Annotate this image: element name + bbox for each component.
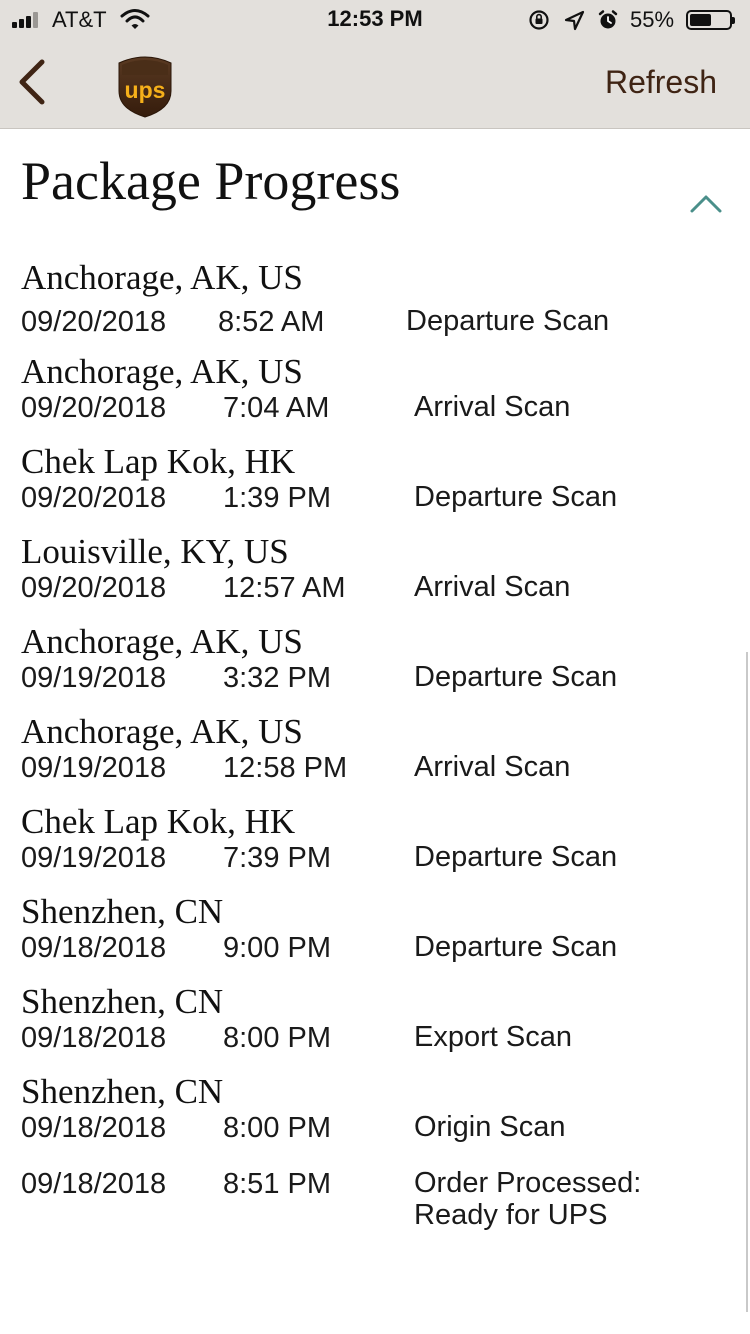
event-activity: Departure Scan — [414, 841, 618, 873]
event-activity: Arrival Scan — [414, 751, 571, 783]
status-bar: AT&T 12:53 PM 55% — [0, 0, 750, 40]
navigation-bar: ups Refresh — [0, 40, 750, 129]
event-time: 7:04 AM — [223, 392, 330, 424]
event-activity: Departure Scan — [414, 661, 618, 693]
event-location: Chek Lap Kok, HK — [21, 442, 296, 481]
event-location: Anchorage, AK, US — [21, 622, 303, 661]
chevron-left-icon — [19, 59, 45, 105]
event-time: 3:32 PM — [223, 662, 331, 694]
event-location: Anchorage, AK, US — [21, 258, 303, 297]
event-activity: Departure Scan — [414, 931, 618, 963]
event-activity: Export Scan — [414, 1021, 572, 1053]
event-activity: Departure Scan — [406, 305, 610, 337]
event-activity: Departure Scan — [414, 481, 618, 513]
battery-level — [690, 14, 711, 26]
event-date: 09/19/2018 — [21, 662, 167, 694]
back-button[interactable] — [10, 54, 54, 110]
event-date: 09/19/2018 — [21, 842, 167, 874]
event-time: 8:00 PM — [223, 1112, 331, 1144]
event-time: 12:57 AM — [223, 572, 346, 604]
page-title: Package Progress — [21, 151, 401, 211]
event-location: Anchorage, AK, US — [21, 352, 303, 391]
event-location: Chek Lap Kok, HK — [21, 802, 296, 841]
battery-icon — [686, 10, 735, 30]
alarm-icon — [598, 10, 618, 29]
event-date: 09/20/2018 — [21, 392, 167, 424]
location-arrow-icon — [564, 10, 585, 31]
event-date: 09/19/2018 — [21, 752, 167, 784]
orientation-lock-icon — [529, 10, 549, 30]
event-date: 09/20/2018 — [21, 482, 167, 514]
event-time: 8:51 PM — [223, 1168, 331, 1200]
event-date: 09/18/2018 — [21, 1022, 167, 1054]
event-time: 7:39 PM — [223, 842, 331, 874]
scroll-indicator — [746, 652, 748, 1312]
ups-logo: ups — [116, 53, 174, 119]
svg-text:ups: ups — [125, 77, 166, 103]
event-date: 09/18/2018 — [21, 1168, 167, 1200]
event-location: Shenzhen, CN — [21, 1072, 224, 1111]
event-location: Shenzhen, CN — [21, 982, 224, 1021]
battery-percent: 55% — [630, 7, 675, 32]
event-location: Louisville, KY, US — [21, 532, 289, 571]
event-date: 09/20/2018 — [21, 306, 167, 338]
event-activity: Order Processed: Ready for UPS — [414, 1167, 642, 1231]
event-activity: Arrival Scan — [414, 391, 571, 423]
chevron-up-icon — [690, 195, 722, 213]
event-date: 09/18/2018 — [21, 1112, 167, 1144]
event-date: 09/18/2018 — [21, 932, 167, 964]
event-time: 9:00 PM — [223, 932, 331, 964]
event-date: 09/20/2018 — [21, 572, 167, 604]
event-time: 8:52 AM — [218, 306, 325, 338]
event-time: 12:58 PM — [223, 752, 348, 784]
collapse-toggle[interactable] — [688, 190, 724, 216]
event-activity: Arrival Scan — [414, 571, 571, 603]
refresh-button[interactable]: Refresh — [605, 64, 717, 101]
event-location: Shenzhen, CN — [21, 892, 224, 931]
event-activity: Origin Scan — [414, 1111, 566, 1143]
event-time: 1:39 PM — [223, 482, 331, 514]
event-time: 8:00 PM — [223, 1022, 331, 1054]
event-location: Anchorage, AK, US — [21, 712, 303, 751]
